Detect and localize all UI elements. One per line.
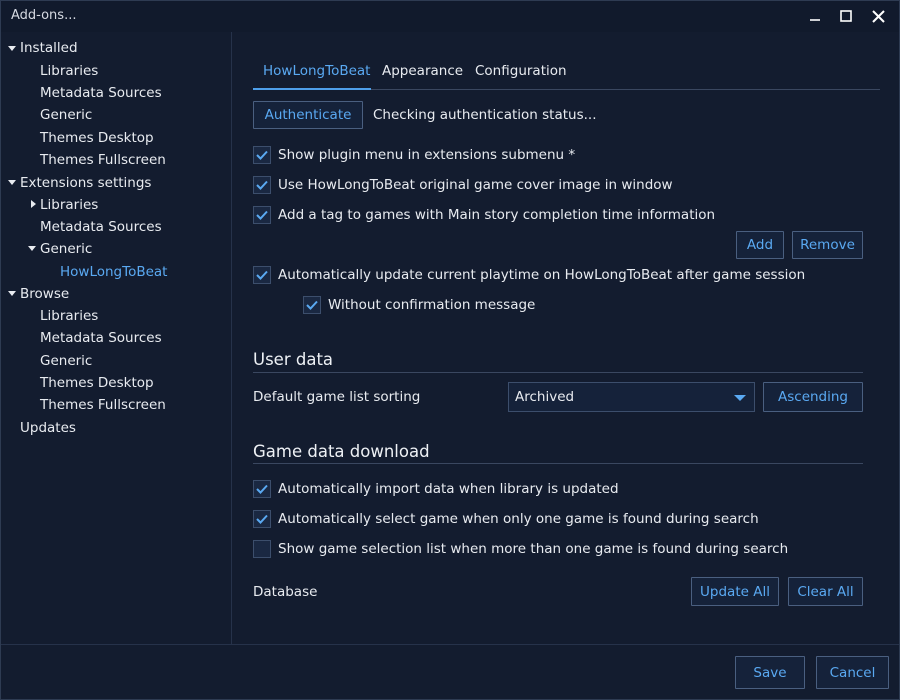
tree-item-installed-themes-desktop[interactable]: Themes Desktop (40, 128, 154, 148)
maximize-icon[interactable] (834, 5, 858, 27)
add-tag-label: Add a tag to games with Main story compl… (278, 207, 716, 223)
expand-ext-generic-icon[interactable] (28, 246, 36, 251)
auto-update-checkbox[interactable] (253, 266, 271, 284)
tree-item-installed-themes-fullscreen[interactable]: Themes Fullscreen (40, 150, 166, 170)
show-list-checkbox[interactable] (253, 540, 271, 558)
database-label: Database (253, 584, 318, 600)
update-all-button[interactable]: Update All (691, 577, 779, 606)
title-bar: Add-ons... (1, 1, 899, 32)
auto-select-checkbox[interactable] (253, 510, 271, 528)
tree-item-browse-themes-fullscreen[interactable]: Themes Fullscreen (40, 395, 166, 415)
tab-howlongtobeat[interactable]: HowLongToBeat (263, 63, 370, 85)
tree-item-updates[interactable]: Updates (20, 418, 76, 438)
addons-window: Add-ons... Installed Libraries Metadata … (0, 0, 900, 700)
show-list-label: Show game selection list when more than … (278, 541, 789, 557)
auto-import-checkbox[interactable] (253, 480, 271, 498)
dropdown-arrow-icon (734, 395, 746, 401)
tree-item-ext-libraries[interactable]: Libraries (40, 195, 98, 215)
tab-configuration[interactable]: Configuration (475, 63, 567, 85)
authenticate-button[interactable]: Authenticate (253, 101, 363, 129)
checkmark-icon (256, 514, 268, 524)
expand-browse-icon[interactable] (8, 291, 16, 296)
use-cover-label: Use HowLongToBeat original game cover im… (278, 177, 673, 193)
no-confirm-label: Without confirmation message (328, 297, 536, 313)
expand-installed-icon[interactable] (8, 46, 16, 51)
sort-order-button[interactable]: Ascending (763, 382, 863, 412)
settings-panel: HowLongToBeat Appearance Configuration A… (233, 32, 899, 644)
tree-item-ext-metadata[interactable]: Metadata Sources (40, 217, 162, 237)
checkmark-icon (306, 300, 318, 310)
cancel-button[interactable]: Cancel (816, 656, 889, 689)
sorting-label: Default game list sorting (253, 389, 421, 405)
tree-item-browse-metadata[interactable]: Metadata Sources (40, 328, 162, 348)
sorting-dropdown[interactable]: Archived (508, 382, 755, 412)
checkmark-icon (256, 210, 268, 220)
auth-status-text: Checking authentication status... (373, 107, 597, 123)
game-data-download-heading: Game data download (253, 442, 430, 461)
game-data-download-divider (253, 463, 863, 464)
checkmark-icon (256, 150, 268, 160)
tree-item-browse-themes-desktop[interactable]: Themes Desktop (40, 373, 154, 393)
close-icon[interactable] (866, 5, 890, 27)
tab-appearance[interactable]: Appearance (382, 63, 463, 85)
tree-item-extensions-settings[interactable]: Extensions settings (20, 173, 151, 193)
no-confirm-checkbox[interactable] (303, 296, 321, 314)
add-tag-checkbox[interactable] (253, 206, 271, 224)
sidebar-tree: Installed Libraries Metadata Sources Gen… (1, 32, 232, 644)
tree-item-browse[interactable]: Browse (20, 284, 69, 304)
window-title: Add-ons... (11, 8, 77, 23)
checkmark-icon (256, 484, 268, 494)
active-tab-indicator (253, 88, 371, 90)
checkmark-icon (256, 270, 268, 280)
tree-item-installed-libraries[interactable]: Libraries (40, 61, 98, 81)
auto-select-label: Automatically select game when only one … (278, 511, 759, 527)
sorting-value: Archived (515, 389, 575, 405)
expand-extensions-icon[interactable] (8, 180, 16, 185)
tree-item-browse-generic[interactable]: Generic (40, 351, 92, 371)
tree-item-ext-generic[interactable]: Generic (40, 239, 92, 259)
auto-import-label: Automatically import data when library i… (278, 481, 619, 497)
checkmark-icon (256, 180, 268, 190)
expand-ext-libraries-icon[interactable] (31, 200, 36, 208)
add-tag-button[interactable]: Add (736, 231, 784, 259)
auto-update-label: Automatically update current playtime on… (278, 267, 806, 283)
show-menu-checkbox[interactable] (253, 146, 271, 164)
tree-item-howlongtobeat[interactable]: HowLongToBeat (60, 262, 167, 282)
remove-tag-button[interactable]: Remove (792, 231, 863, 259)
tree-item-installed-generic[interactable]: Generic (40, 105, 92, 125)
tree-item-installed-metadata[interactable]: Metadata Sources (40, 83, 162, 103)
minimize-icon[interactable] (803, 5, 827, 27)
dialog-footer: Save Cancel (1, 644, 899, 699)
save-button[interactable]: Save (735, 656, 805, 689)
user-data-heading: User data (253, 350, 334, 369)
show-menu-label: Show plugin menu in extensions submenu * (278, 147, 576, 163)
clear-all-button[interactable]: Clear All (788, 577, 863, 606)
tree-item-installed[interactable]: Installed (20, 38, 78, 58)
user-data-divider (253, 372, 863, 373)
tree-item-browse-libraries[interactable]: Libraries (40, 306, 98, 326)
use-cover-checkbox[interactable] (253, 176, 271, 194)
